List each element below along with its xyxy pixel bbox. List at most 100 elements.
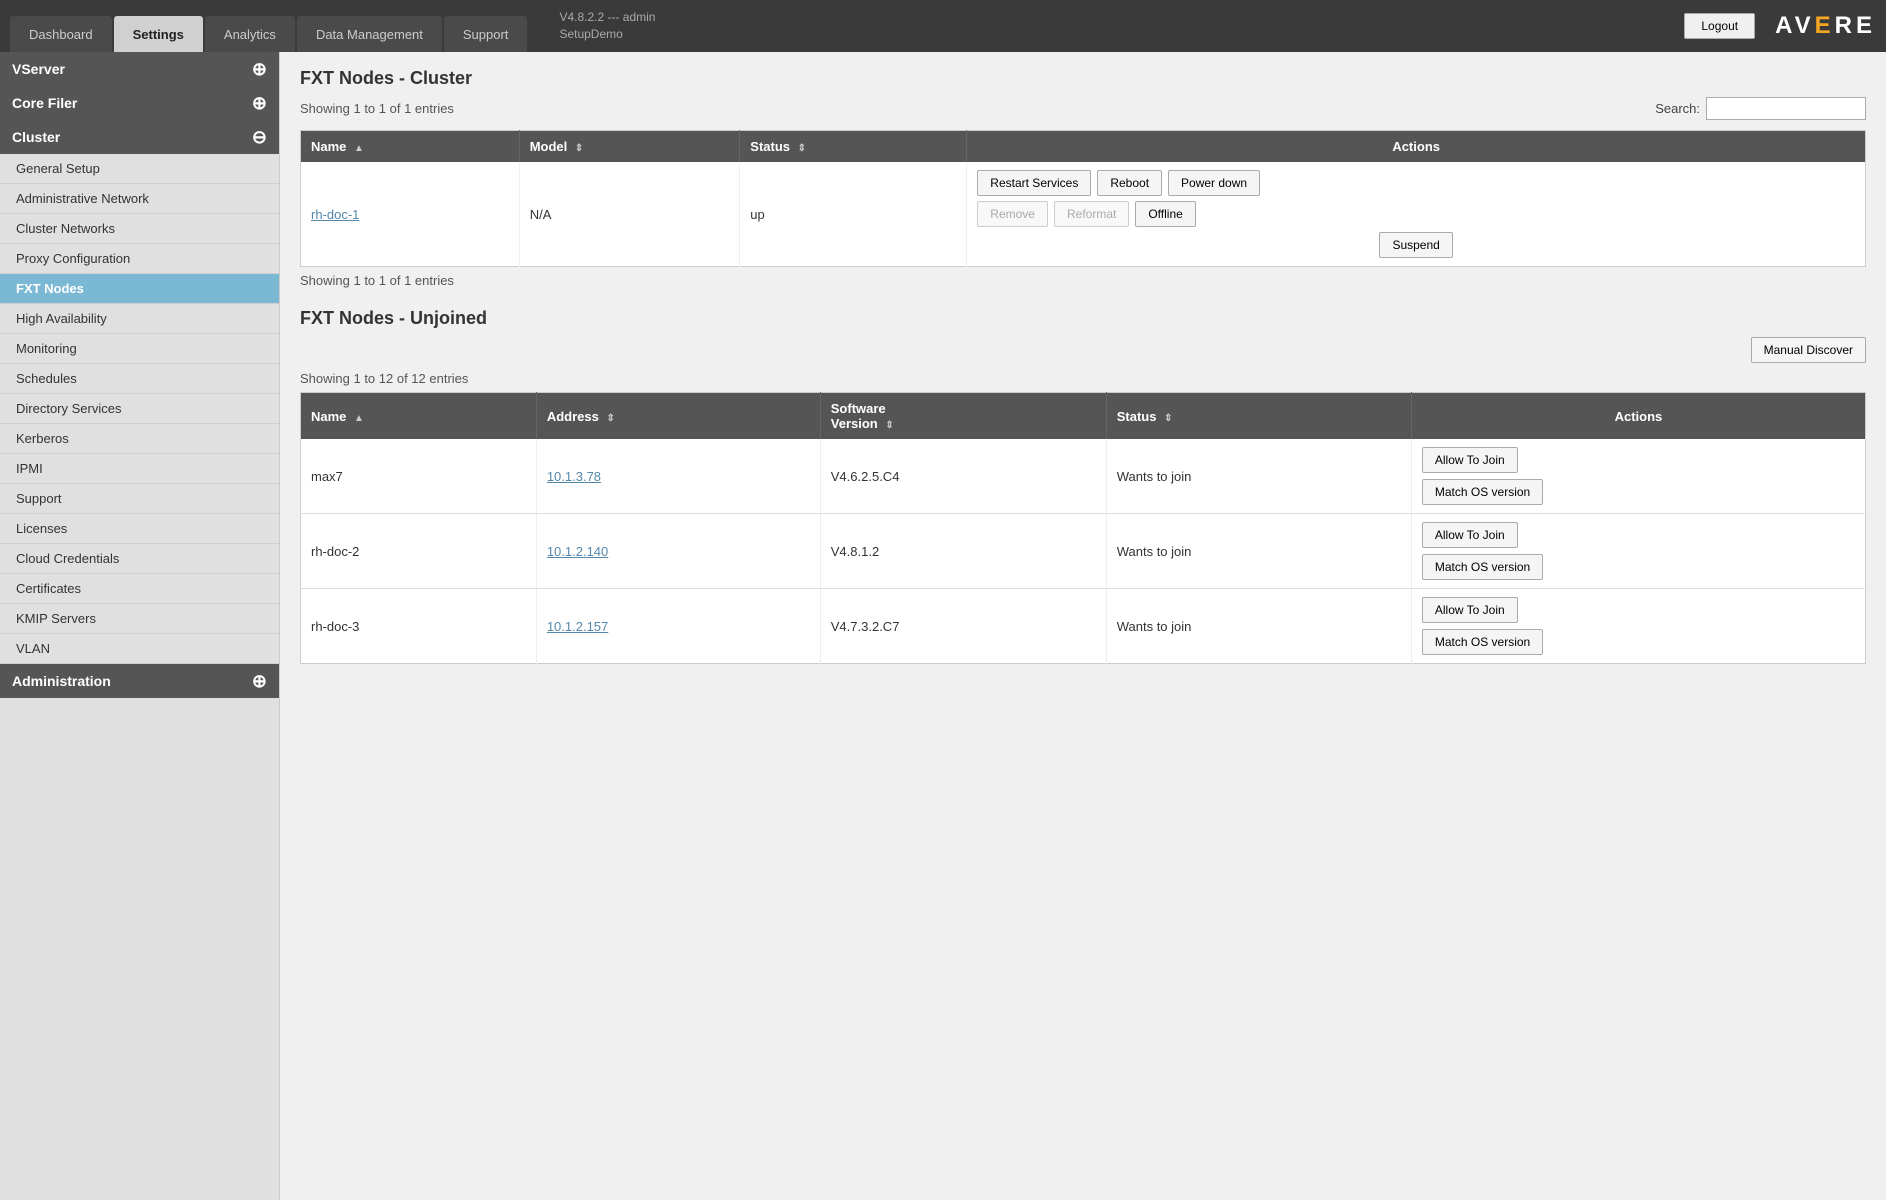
ucol-address: Address ⇕ bbox=[536, 393, 820, 440]
search-input[interactable] bbox=[1706, 97, 1866, 120]
cluster-label: Cluster bbox=[12, 129, 60, 145]
unode-actions-1: Allow To Join Match OS version bbox=[1411, 439, 1865, 514]
administration-label: Administration bbox=[12, 673, 111, 689]
top-nav: Dashboard Settings Analytics Data Manage… bbox=[0, 0, 1886, 52]
sidebar-item-support[interactable]: Support bbox=[0, 484, 279, 514]
col-actions: Actions bbox=[967, 131, 1866, 163]
sidebar-item-ipmi[interactable]: IPMI bbox=[0, 454, 279, 484]
sidebar-item-directory-services[interactable]: Directory Services bbox=[0, 394, 279, 424]
manual-discover-button[interactable]: Manual Discover bbox=[1751, 337, 1866, 363]
unode-name-2: rh-doc-2 bbox=[301, 514, 537, 589]
reboot-button[interactable]: Reboot bbox=[1097, 170, 1162, 196]
match-os-button-2[interactable]: Match OS version bbox=[1422, 554, 1543, 580]
cluster-actions-wrapper: Restart Services Reboot Power down Remov… bbox=[977, 170, 1855, 258]
unode-status-1: Wants to join bbox=[1106, 439, 1411, 514]
unjoined-actions-col-1: Allow To Join Match OS version bbox=[1422, 447, 1855, 505]
sidebar-item-high-availability[interactable]: High Availability bbox=[0, 304, 279, 334]
unode-address-2: 10.1.2.140 bbox=[536, 514, 820, 589]
unjoined-actions-col-2: Allow To Join Match OS version bbox=[1422, 522, 1855, 580]
manual-discover-row: Manual Discover bbox=[300, 337, 1866, 363]
top-right: Logout AVERE bbox=[1684, 12, 1876, 40]
tab-dashboard[interactable]: Dashboard bbox=[10, 16, 112, 52]
node-name: rh-doc-1 bbox=[301, 162, 520, 267]
node-name-link[interactable]: rh-doc-1 bbox=[311, 207, 359, 222]
table-row: rh-doc-3 10.1.2.157 V4.7.3.2.C7 Wants to… bbox=[301, 589, 1866, 664]
tab-support[interactable]: Support bbox=[444, 16, 528, 52]
sidebar-item-monitoring[interactable]: Monitoring bbox=[0, 334, 279, 364]
unode-address-1: 10.1.3.78 bbox=[536, 439, 820, 514]
unode-status-3: Wants to join bbox=[1106, 589, 1411, 664]
node-model: N/A bbox=[519, 162, 740, 267]
match-os-button-3[interactable]: Match OS version bbox=[1422, 629, 1543, 655]
cluster-name: SetupDemo bbox=[559, 26, 655, 43]
sidebar-item-kerberos[interactable]: Kerberos bbox=[0, 424, 279, 454]
unode-name-3: rh-doc-3 bbox=[301, 589, 537, 664]
version-info: V4.8.2.2 --- admin SetupDemo bbox=[559, 9, 655, 43]
fxt-unjoined-showing: Showing 1 to 12 of 12 entries bbox=[300, 371, 1866, 386]
fxt-cluster-section: FXT Nodes - Cluster Showing 1 to 1 of 1 … bbox=[300, 68, 1866, 288]
cluster-collapse-icon: ⊖ bbox=[252, 128, 267, 146]
restart-services-button[interactable]: Restart Services bbox=[977, 170, 1091, 196]
fxt-cluster-showing-top: Showing 1 to 1 of 1 entries bbox=[300, 101, 454, 116]
sidebar-item-vlan[interactable]: VLAN bbox=[0, 634, 279, 664]
remove-button[interactable]: Remove bbox=[977, 201, 1048, 227]
match-os-button-1[interactable]: Match OS version bbox=[1422, 479, 1543, 505]
fxt-cluster-table: Name ▲ Model ⇕ Status ⇕ Actions rh-doc-1… bbox=[300, 130, 1866, 267]
sidebar-item-proxy-config[interactable]: Proxy Configuration bbox=[0, 244, 279, 274]
unode-addr-link-1[interactable]: 10.1.3.78 bbox=[547, 469, 601, 484]
unode-actions-3: Allow To Join Match OS version bbox=[1411, 589, 1865, 664]
fxt-unjoined-table: Name ▲ Address ⇕ SoftwareVersion ⇕ Statu… bbox=[300, 392, 1866, 664]
suspend-button[interactable]: Suspend bbox=[1379, 232, 1452, 258]
unode-sw-2: V4.8.1.2 bbox=[820, 514, 1106, 589]
cluster-actions-row1: Restart Services Reboot Power down bbox=[977, 170, 1855, 196]
sidebar-item-fxt-nodes[interactable]: FXT Nodes bbox=[0, 274, 279, 304]
reformat-button[interactable]: Reformat bbox=[1054, 201, 1129, 227]
sidebar-section-vserver[interactable]: VServer ⊕ bbox=[0, 52, 279, 86]
vserver-expand-icon: ⊕ bbox=[252, 60, 267, 78]
col-model: Model ⇕ bbox=[519, 131, 740, 163]
allow-join-button-2[interactable]: Allow To Join bbox=[1422, 522, 1518, 548]
sidebar-item-admin-network[interactable]: Administrative Network bbox=[0, 184, 279, 214]
unode-addr-link-2[interactable]: 10.1.2.140 bbox=[547, 544, 608, 559]
avere-logo: AVERE bbox=[1775, 12, 1876, 40]
search-row: Search: bbox=[1655, 97, 1866, 120]
logout-button[interactable]: Logout bbox=[1684, 13, 1755, 39]
sidebar-item-general-setup[interactable]: General Setup bbox=[0, 154, 279, 184]
core-filer-expand-icon: ⊕ bbox=[252, 94, 267, 112]
allow-join-button-1[interactable]: Allow To Join bbox=[1422, 447, 1518, 473]
fxt-unjoined-title: FXT Nodes - Unjoined bbox=[300, 308, 1866, 329]
tab-data-management[interactable]: Data Management bbox=[297, 16, 442, 52]
nav-tabs: Dashboard Settings Analytics Data Manage… bbox=[10, 0, 529, 52]
sidebar-item-kmip-servers[interactable]: KMIP Servers bbox=[0, 604, 279, 634]
sidebar-item-schedules[interactable]: Schedules bbox=[0, 364, 279, 394]
allow-join-button-3[interactable]: Allow To Join bbox=[1422, 597, 1518, 623]
tab-analytics[interactable]: Analytics bbox=[205, 16, 295, 52]
ucol-status: Status ⇕ bbox=[1106, 393, 1411, 440]
sidebar-section-core-filer[interactable]: Core Filer ⊕ bbox=[0, 86, 279, 120]
unode-sw-1: V4.6.2.5.C4 bbox=[820, 439, 1106, 514]
ucol-software-version: SoftwareVersion ⇕ bbox=[820, 393, 1106, 440]
cluster-actions-row3: Suspend bbox=[977, 232, 1855, 258]
table-row: max7 10.1.3.78 V4.6.2.5.C4 Wants to join… bbox=[301, 439, 1866, 514]
unode-actions-2: Allow To Join Match OS version bbox=[1411, 514, 1865, 589]
version-text: V4.8.2.2 --- admin bbox=[559, 9, 655, 26]
sidebar-section-administration[interactable]: Administration ⊕ bbox=[0, 664, 279, 698]
unode-address-3: 10.1.2.157 bbox=[536, 589, 820, 664]
unode-addr-link-3[interactable]: 10.1.2.157 bbox=[547, 619, 608, 634]
sidebar-item-licenses[interactable]: Licenses bbox=[0, 514, 279, 544]
sidebar: VServer ⊕ Core Filer ⊕ Cluster ⊖ General… bbox=[0, 52, 280, 1200]
sidebar-item-certificates[interactable]: Certificates bbox=[0, 574, 279, 604]
sidebar-item-cloud-credentials[interactable]: Cloud Credentials bbox=[0, 544, 279, 574]
col-name: Name ▲ bbox=[301, 131, 520, 163]
vserver-label: VServer bbox=[12, 61, 65, 77]
administration-expand-icon: ⊕ bbox=[252, 672, 267, 690]
sidebar-section-cluster[interactable]: Cluster ⊖ bbox=[0, 120, 279, 154]
fxt-cluster-title: FXT Nodes - Cluster bbox=[300, 68, 1866, 89]
sidebar-item-cluster-networks[interactable]: Cluster Networks bbox=[0, 214, 279, 244]
offline-button[interactable]: Offline bbox=[1135, 201, 1195, 227]
table-row: rh-doc-1 N/A up Restart Services Reboot … bbox=[301, 162, 1866, 267]
power-down-button[interactable]: Power down bbox=[1168, 170, 1260, 196]
search-label: Search: bbox=[1655, 101, 1700, 116]
tab-settings[interactable]: Settings bbox=[114, 16, 203, 52]
unode-sw-3: V4.7.3.2.C7 bbox=[820, 589, 1106, 664]
